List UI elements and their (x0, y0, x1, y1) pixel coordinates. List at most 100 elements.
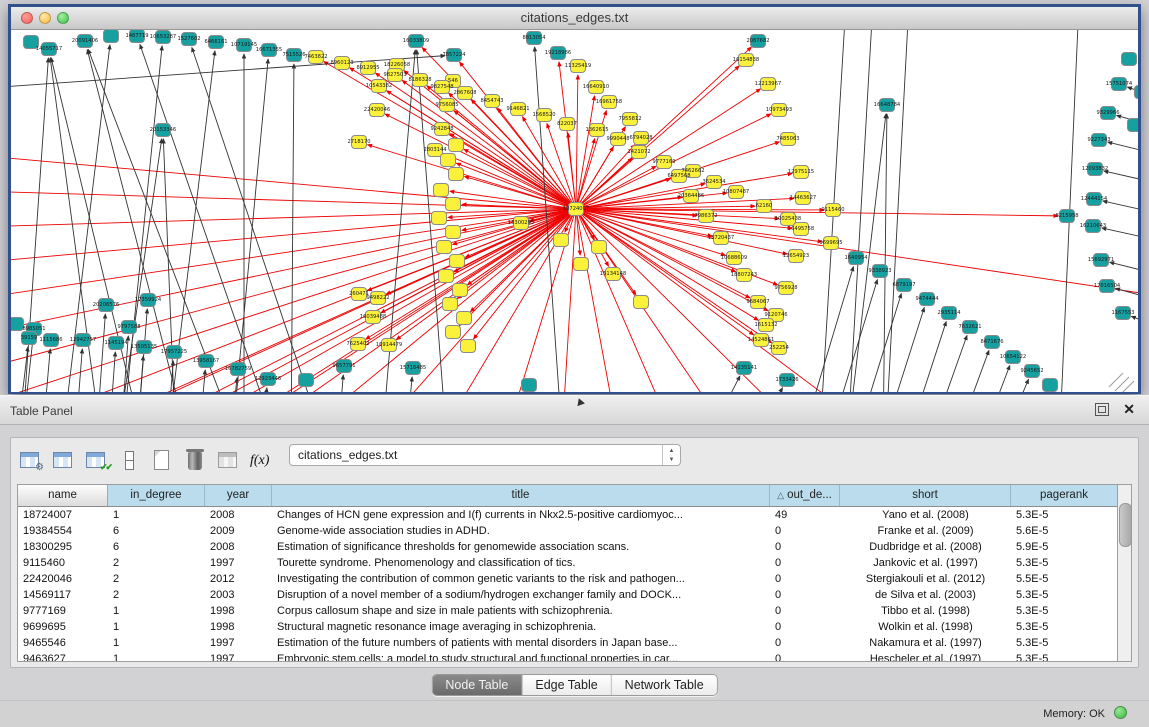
graph-edge[interactable] (11, 209, 576, 342)
table-row[interactable]: 946554611997Estimation of the future num… (18, 635, 1118, 651)
table-row[interactable]: 2242004622012Investigating the contribut… (18, 571, 1118, 587)
graph-node[interactable] (522, 379, 537, 392)
graph-edge[interactable] (450, 134, 576, 209)
column-header-name[interactable]: name (18, 485, 108, 506)
graph-node[interactable] (104, 30, 119, 43)
column-header-in_degree[interactable]: in_degree (108, 485, 205, 506)
table-row[interactable]: 1938455462009Genome-wide association stu… (18, 523, 1118, 539)
column-header-year[interactable]: year (205, 485, 272, 506)
graph-node[interactable] (634, 296, 649, 309)
graph-node[interactable] (439, 270, 454, 283)
table-row[interactable]: 1456911722003Disruption of a novel membe… (18, 587, 1118, 603)
graph-edge[interactable] (885, 30, 909, 392)
graph-edge[interactable] (1116, 288, 1138, 301)
graph-edge[interactable] (559, 62, 576, 209)
graph-edge[interactable] (99, 314, 105, 392)
float-panel-icon[interactable] (1095, 403, 1109, 416)
graph-edge[interactable] (367, 209, 576, 291)
graph-edge[interactable] (43, 349, 50, 392)
graph-edge[interactable] (1131, 316, 1138, 328)
graph-edge[interactable] (1102, 228, 1138, 241)
table-row[interactable]: 1872400712008Changes of HCN gene express… (18, 507, 1118, 523)
graph-node[interactable] (574, 258, 589, 271)
graph-edge[interactable] (801, 267, 853, 392)
graph-edge[interactable] (937, 350, 989, 392)
graph-edge[interactable] (701, 376, 740, 392)
table-selector-dropdown[interactable]: citations_edges.txt ▲▼ (289, 444, 681, 466)
rows-icon[interactable] (118, 449, 142, 473)
graph-edge[interactable] (41, 209, 576, 392)
graph-edge[interactable] (977, 379, 1029, 392)
network-graph[interactable]: 1872400714055717200914061487719106532871… (11, 30, 1138, 392)
memory-status-indicator[interactable] (1114, 706, 1127, 719)
graph-edge[interactable] (108, 352, 115, 392)
graph-node[interactable] (1135, 86, 1139, 99)
graph-edge[interactable] (849, 294, 901, 392)
graph-edge[interactable] (75, 349, 82, 392)
graph-node[interactable] (453, 284, 468, 297)
new-table-icon[interactable] (151, 449, 175, 473)
graph-edge[interactable] (405, 377, 412, 392)
table-row[interactable]: 911546021997Tourette syndrome. Phenomeno… (18, 555, 1118, 571)
graph-edge[interactable] (11, 209, 576, 392)
column-header-out_de[interactable]: △out_de... (770, 485, 840, 506)
table-select-rows-icon[interactable]: ✔✔ (85, 449, 109, 473)
graph-edge[interactable] (894, 322, 946, 392)
graph-edge[interactable] (915, 335, 967, 392)
graph-node[interactable] (1043, 379, 1058, 392)
window-titlebar[interactable]: citations_edges.txt (11, 7, 1138, 30)
graph-node[interactable] (461, 340, 476, 353)
graph-edge[interactable] (872, 308, 924, 392)
graph-node[interactable] (434, 184, 449, 197)
graph-edge[interactable] (1104, 171, 1138, 184)
table-row[interactable]: 969969511998Structural magnetic resonanc… (18, 619, 1118, 635)
function-builder-icon[interactable]: f(x) (250, 449, 269, 473)
graph-node[interactable] (299, 374, 314, 387)
graph-node[interactable] (1128, 119, 1139, 132)
tab-network-table[interactable]: Network Table (612, 675, 717, 695)
graph-node[interactable] (443, 298, 458, 311)
scrollbar-thumb[interactable] (1119, 503, 1132, 547)
graph-node[interactable] (446, 326, 461, 339)
graph-node[interactable] (449, 139, 464, 152)
graph-node[interactable] (432, 212, 447, 225)
graph-edge[interactable] (198, 370, 205, 392)
table-scrollbar[interactable] (1117, 484, 1132, 662)
graph-node[interactable] (437, 241, 452, 254)
tab-node-table[interactable]: Node Table (432, 675, 522, 695)
graph-edge[interactable] (1103, 201, 1138, 214)
table-row[interactable]: 1830029562008Estimation of significance … (18, 539, 1118, 555)
graph-edge[interactable] (386, 209, 576, 294)
graph-node[interactable] (449, 168, 464, 181)
graph-edge[interactable] (1108, 142, 1138, 155)
graph-edge[interactable] (396, 209, 576, 340)
column-header-short[interactable]: short (840, 485, 1011, 506)
graph-edge[interactable] (746, 388, 783, 392)
graph-node[interactable] (441, 154, 456, 167)
table-columns-icon[interactable] (52, 449, 76, 473)
import-table-icon[interactable] (217, 449, 241, 473)
graph-node[interactable] (446, 198, 461, 211)
tab-edge-table[interactable]: Edge Table (522, 675, 611, 695)
graph-node[interactable] (457, 312, 472, 325)
column-header-title[interactable]: title (272, 485, 770, 506)
table-row[interactable]: 946362711997Embryonic stem cells: a mode… (18, 651, 1118, 662)
graph-edge[interactable] (443, 153, 576, 209)
graph-node[interactable] (592, 241, 607, 254)
table-settings-icon[interactable]: ⚙ (19, 449, 43, 473)
graph-edge[interactable] (136, 356, 143, 392)
graph-edge[interactable] (576, 75, 578, 209)
graph-edge[interactable] (11, 190, 576, 209)
graph-node[interactable] (446, 226, 461, 239)
graph-node[interactable] (554, 234, 569, 247)
graph-edge[interactable] (291, 64, 294, 392)
network-canvas[interactable]: 1872400714055717200914061487719106532871… (11, 30, 1138, 392)
graph-edge[interactable] (337, 375, 343, 392)
table-row[interactable]: 977716911998Corpus callosum shape and si… (18, 603, 1118, 619)
graph-edge[interactable] (1110, 262, 1138, 275)
graph-node[interactable] (450, 255, 465, 268)
graph-edge[interactable] (958, 365, 1010, 392)
graph-edge[interactable] (231, 59, 268, 392)
delete-table-icon[interactable] (184, 449, 208, 473)
graph-node[interactable] (1122, 53, 1137, 66)
